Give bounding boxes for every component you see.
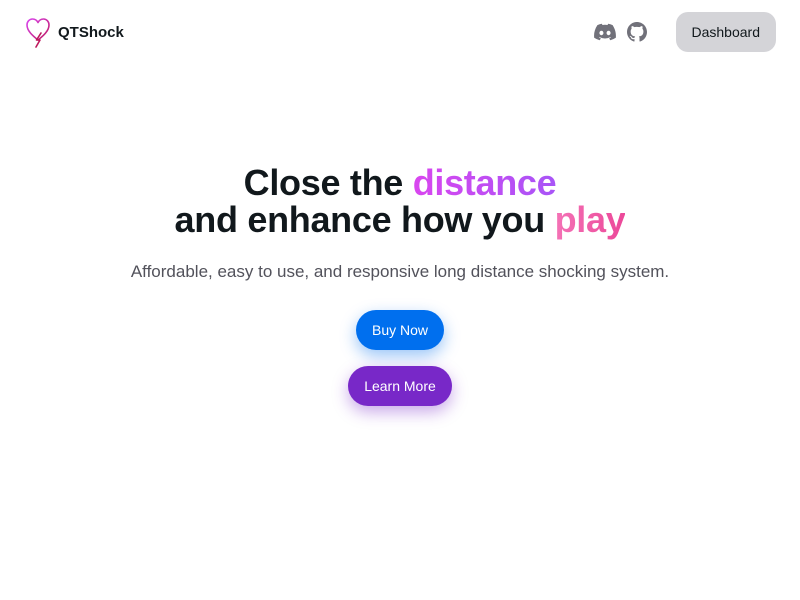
headline-line1-prefix: Close the: [243, 162, 413, 203]
hero-subtitle: Affordable, easy to use, and responsive …: [130, 262, 670, 281]
discord-icon: [593, 23, 616, 41]
headline-line2-prefix: and enhance how you: [174, 199, 555, 240]
buy-now-button[interactable]: Buy Now: [355, 310, 445, 350]
github-link[interactable]: [626, 21, 648, 43]
brand-name: QTShock: [58, 23, 124, 41]
dashboard-button[interactable]: Dashboard: [675, 12, 776, 52]
heart-lightning-icon: [24, 16, 52, 48]
discord-link[interactable]: [593, 21, 616, 43]
hero-section: Close the distance and enhance how you p…: [0, 164, 800, 406]
headline-highlight-distance: distance: [412, 162, 557, 203]
headline-highlight-play: play: [554, 199, 626, 240]
learn-more-button[interactable]: Learn More: [348, 366, 452, 406]
hero-headline: Close the distance and enhance how you p…: [0, 164, 800, 238]
brand-link[interactable]: QTShock: [24, 16, 124, 48]
navbar-actions: Dashboard: [584, 12, 776, 52]
github-icon: [626, 22, 647, 42]
navbar: QTShock Dashboard: [0, 0, 800, 64]
cta-group: Buy Now Learn More: [0, 310, 800, 406]
